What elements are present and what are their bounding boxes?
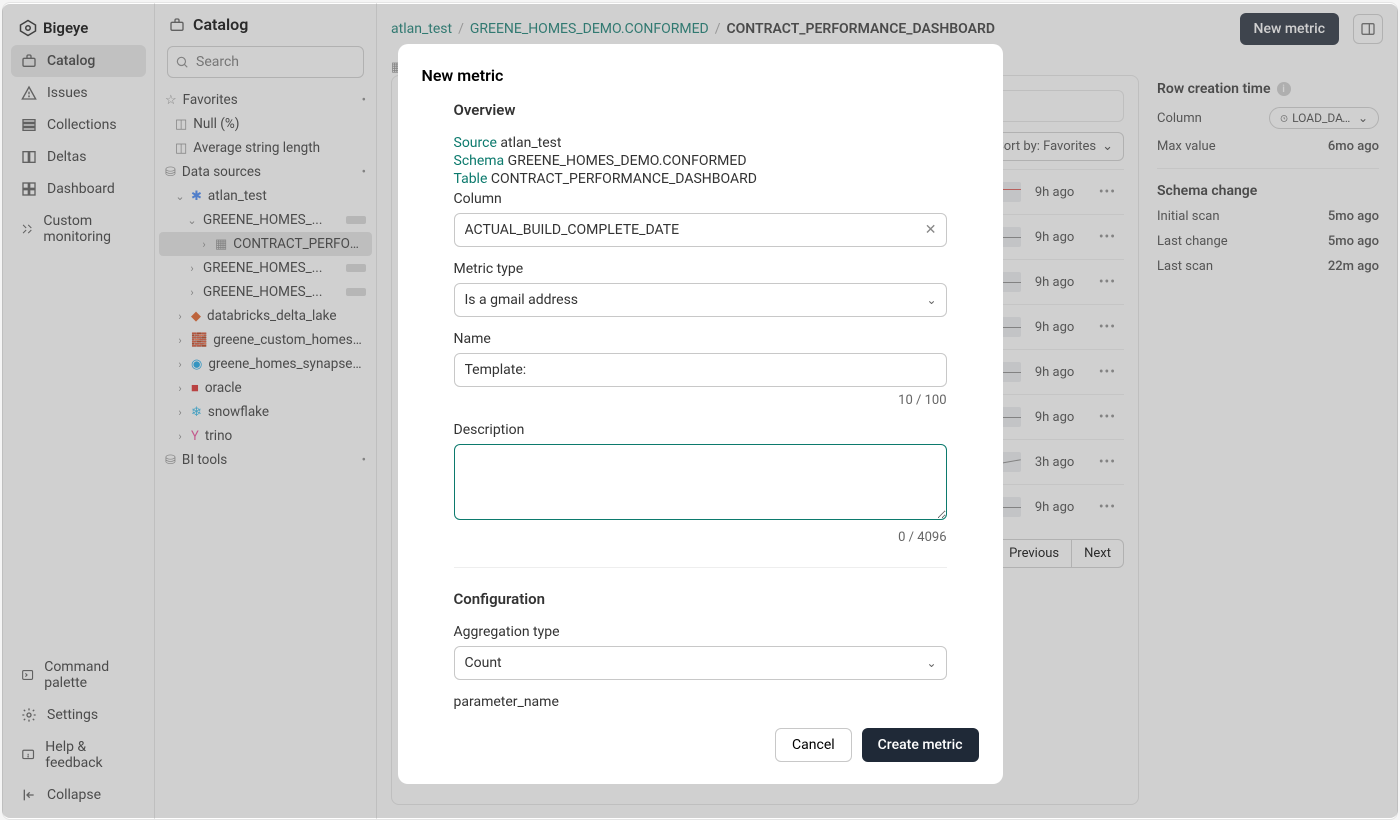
metric-type-select[interactable]: Is a gmail address (454, 283, 947, 317)
parameter-name-label: parameter_name (454, 694, 947, 710)
modal-overlay[interactable]: New metric Overview Source atlan_test Sc… (2, 4, 1398, 818)
description-char-count: 0 / 4096 (454, 530, 947, 545)
modal-title: New metric (398, 66, 1003, 101)
aggregation-select[interactable]: Count (454, 646, 947, 680)
new-metric-modal: New metric Overview Source atlan_test Sc… (398, 44, 1003, 784)
description-textarea[interactable] (454, 444, 947, 520)
clear-icon[interactable]: ✕ (925, 222, 937, 238)
configuration-heading: Configuration (454, 590, 947, 608)
create-metric-button[interactable]: Create metric (862, 728, 979, 762)
name-input[interactable] (454, 353, 947, 387)
overview-heading: Overview (454, 101, 947, 119)
description-label: Description (454, 422, 947, 438)
column-label: Column (454, 191, 947, 207)
name-char-count: 10 / 100 (454, 393, 947, 408)
cancel-button[interactable]: Cancel (775, 728, 852, 762)
aggregation-label: Aggregation type (454, 624, 947, 640)
column-input[interactable] (454, 213, 947, 247)
name-label: Name (454, 331, 947, 347)
metric-type-label: Metric type (454, 261, 947, 277)
